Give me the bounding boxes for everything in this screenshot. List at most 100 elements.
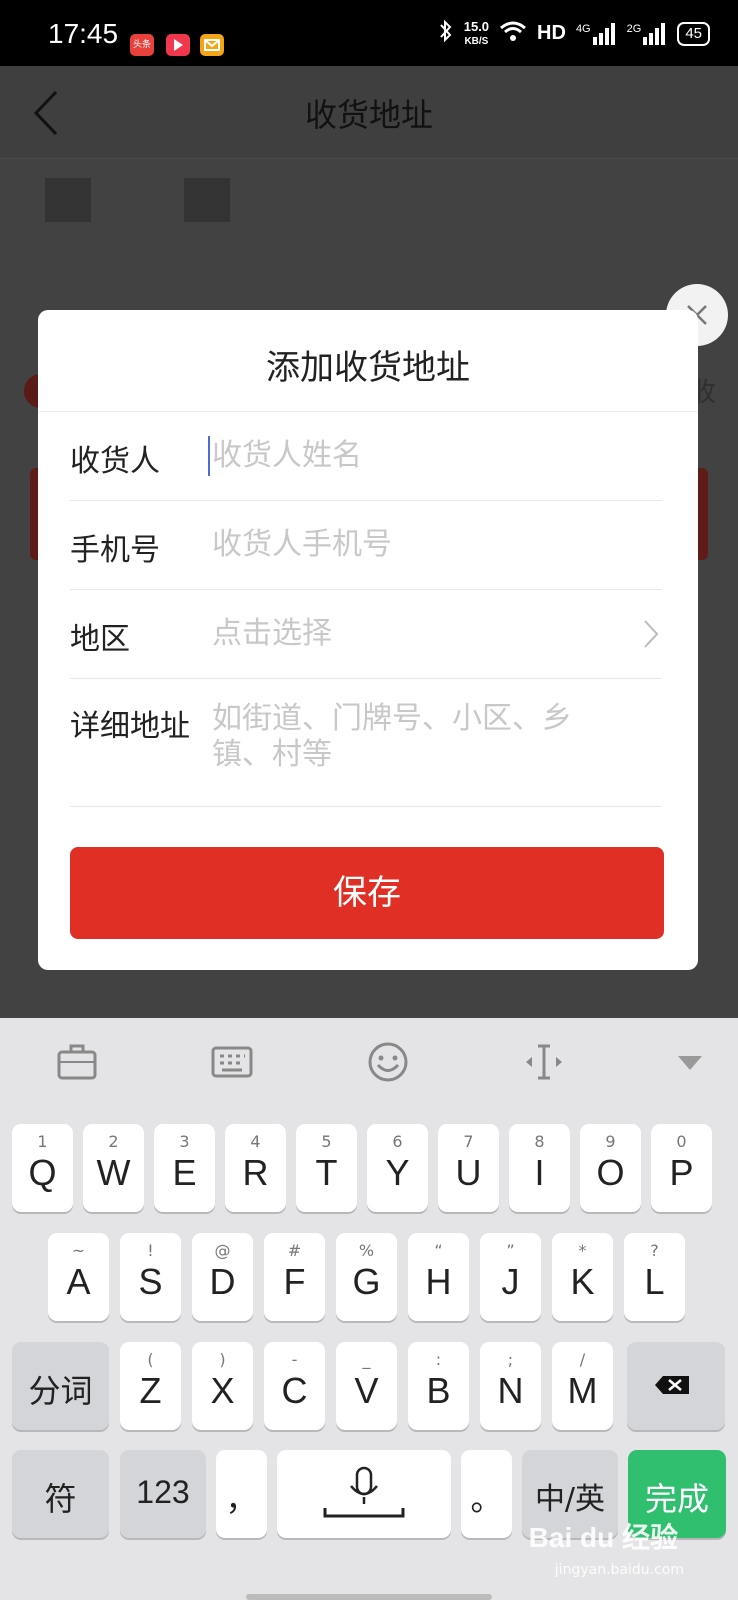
region-select[interactable]: 点击选择: [212, 616, 332, 652]
key-k[interactable]: * K: [552, 1233, 613, 1321]
key-y[interactable]: 6Y: [367, 1124, 428, 1212]
key-g[interactable]: % G: [336, 1233, 397, 1321]
key-letter-label: H: [425, 1261, 452, 1302]
key-secondary-label: ): [219, 1350, 226, 1369]
chevron-right-icon: [640, 616, 662, 652]
detail-address-row[interactable]: 详细地址 如街道、门牌号、小区、乡镇、村等: [70, 679, 662, 807]
space-key[interactable]: [277, 1450, 451, 1538]
number-key[interactable]: 123: [120, 1450, 206, 1538]
key-b[interactable]: :B: [408, 1342, 469, 1430]
key-letter-label: Y: [385, 1152, 410, 1193]
key-letter-label: Z: [139, 1370, 162, 1411]
key-letter-label: I: [534, 1152, 545, 1193]
region-row[interactable]: 地区 点击选择: [70, 590, 662, 679]
key-secondary-label: %: [358, 1241, 375, 1260]
key-letter-label: C: [281, 1370, 308, 1411]
key-q[interactable]: 1Q: [12, 1124, 73, 1212]
app-bar: 收货地址: [0, 66, 738, 159]
key-secondary-label: /: [579, 1350, 586, 1369]
video-icon: [166, 34, 190, 56]
key-v[interactable]: _ V: [336, 1342, 397, 1430]
key-m[interactable]: / M: [552, 1342, 613, 1430]
toolbox-icon[interactable]: [55, 1040, 99, 1084]
status-bar: 17:45 头条 15.0 KB/S HD 4G 2G 45: [0, 0, 738, 66]
key-o[interactable]: 9O: [580, 1124, 641, 1212]
key-secondary-label: ;: [507, 1350, 514, 1369]
key-i[interactable]: 8I: [509, 1124, 570, 1212]
key-secondary-label: 5: [321, 1132, 332, 1151]
key-letter-label: V: [354, 1370, 379, 1411]
fenci-key[interactable]: 分词: [12, 1342, 109, 1430]
key-s[interactable]: ! S: [120, 1233, 181, 1321]
bluetooth-icon: [438, 18, 454, 49]
recipient-label: 收货人: [70, 444, 160, 479]
key-r[interactable]: 4R: [225, 1124, 286, 1212]
status-indicators: 15.0 KB/S HD 4G 2G 45: [438, 18, 710, 49]
watermark-url: jingyan.baidu.com: [554, 1562, 684, 1578]
cursor-move-icon[interactable]: [522, 1040, 566, 1084]
recipient-input[interactable]: 收货人姓名: [212, 438, 362, 474]
key-h[interactable]: “H: [408, 1233, 469, 1321]
backspace-key[interactable]: [627, 1342, 725, 1430]
net-speed: 15.0 KB/S: [463, 18, 490, 47]
key-z[interactable]: (Z: [120, 1342, 181, 1430]
key-letter-label: E: [172, 1152, 197, 1193]
key-a[interactable]: ~ A: [48, 1233, 109, 1321]
home-indicator: [246, 1594, 492, 1600]
key-f[interactable]: # F: [264, 1233, 325, 1321]
key-letter-label: P: [669, 1152, 694, 1193]
key-letter-label: G: [352, 1261, 381, 1302]
key-letter-label: K: [570, 1261, 595, 1302]
key-t[interactable]: 5T: [296, 1124, 357, 1212]
key-d[interactable]: @ D: [192, 1233, 253, 1321]
comma-key[interactable]: ，: [216, 1450, 267, 1538]
key-letter-label: T: [315, 1152, 338, 1193]
key-secondary-label: _: [362, 1350, 371, 1369]
key-letter-label: S: [138, 1261, 163, 1302]
key-l[interactable]: ? L: [624, 1233, 685, 1321]
key-p[interactable]: 0P: [651, 1124, 712, 1212]
key-secondary-label: 7: [463, 1132, 474, 1151]
key-w[interactable]: 2W: [83, 1124, 144, 1212]
status-time: 17:45: [48, 18, 119, 49]
key-secondary-label: 8: [534, 1132, 545, 1151]
soft-keyboard: 1Q2W3E4R5T6Y7U8I9O0P ~ A! S @ D # F% G “H” J * K? L …: [0, 1018, 738, 1600]
key-secondary-label: 4: [250, 1132, 261, 1151]
key-u[interactable]: 7U: [438, 1124, 499, 1212]
key-secondary-label: 1: [37, 1132, 48, 1151]
page-title: 收货地址: [304, 96, 433, 134]
key-letter-label: M: [567, 1370, 598, 1411]
key-letter-label: O: [596, 1152, 625, 1193]
key-n[interactable]: ; N: [480, 1342, 541, 1430]
signal-2g-icon: 2G: [627, 22, 668, 45]
recipient-row[interactable]: 收货人 收货人姓名: [70, 412, 662, 501]
key-secondary-label: 2: [108, 1132, 119, 1151]
detail-address-input[interactable]: 如街道、门牌号、小区、乡镇、村等: [212, 701, 592, 773]
key-letter-label: D: [209, 1261, 236, 1302]
key-letter-label: L: [644, 1261, 665, 1302]
collapse-keyboard-icon[interactable]: [668, 1040, 712, 1084]
symbol-key[interactable]: 符: [12, 1450, 109, 1538]
save-button[interactable]: 保存: [70, 847, 664, 939]
phone-input[interactable]: 收货人手机号: [212, 527, 392, 563]
key-letter-label: N: [497, 1370, 524, 1411]
bg-placeholder-2: [184, 178, 230, 222]
emoji-icon[interactable]: [366, 1040, 410, 1084]
key-secondary-label: ”: [506, 1241, 515, 1260]
bg-placeholder-1: [45, 178, 91, 222]
phone-label: 手机号: [70, 533, 160, 568]
key-j[interactable]: ” J: [480, 1233, 541, 1321]
wifi-icon: [499, 20, 527, 47]
keyboard-icon[interactable]: [210, 1040, 254, 1084]
key-letter-label: J: [501, 1261, 520, 1302]
key-letter-label: B: [426, 1370, 451, 1411]
key-secondary-label: ~: [71, 1241, 86, 1260]
key-secondary-label: !: [147, 1241, 154, 1260]
period-key[interactable]: 。: [461, 1450, 512, 1538]
key-c[interactable]: -C: [264, 1342, 325, 1430]
key-x[interactable]: ) X: [192, 1342, 253, 1430]
key-letter-label: F: [283, 1261, 306, 1302]
phone-row[interactable]: 手机号 收货人手机号: [70, 501, 662, 590]
key-e[interactable]: 3E: [154, 1124, 215, 1212]
text-caret: [208, 436, 210, 476]
